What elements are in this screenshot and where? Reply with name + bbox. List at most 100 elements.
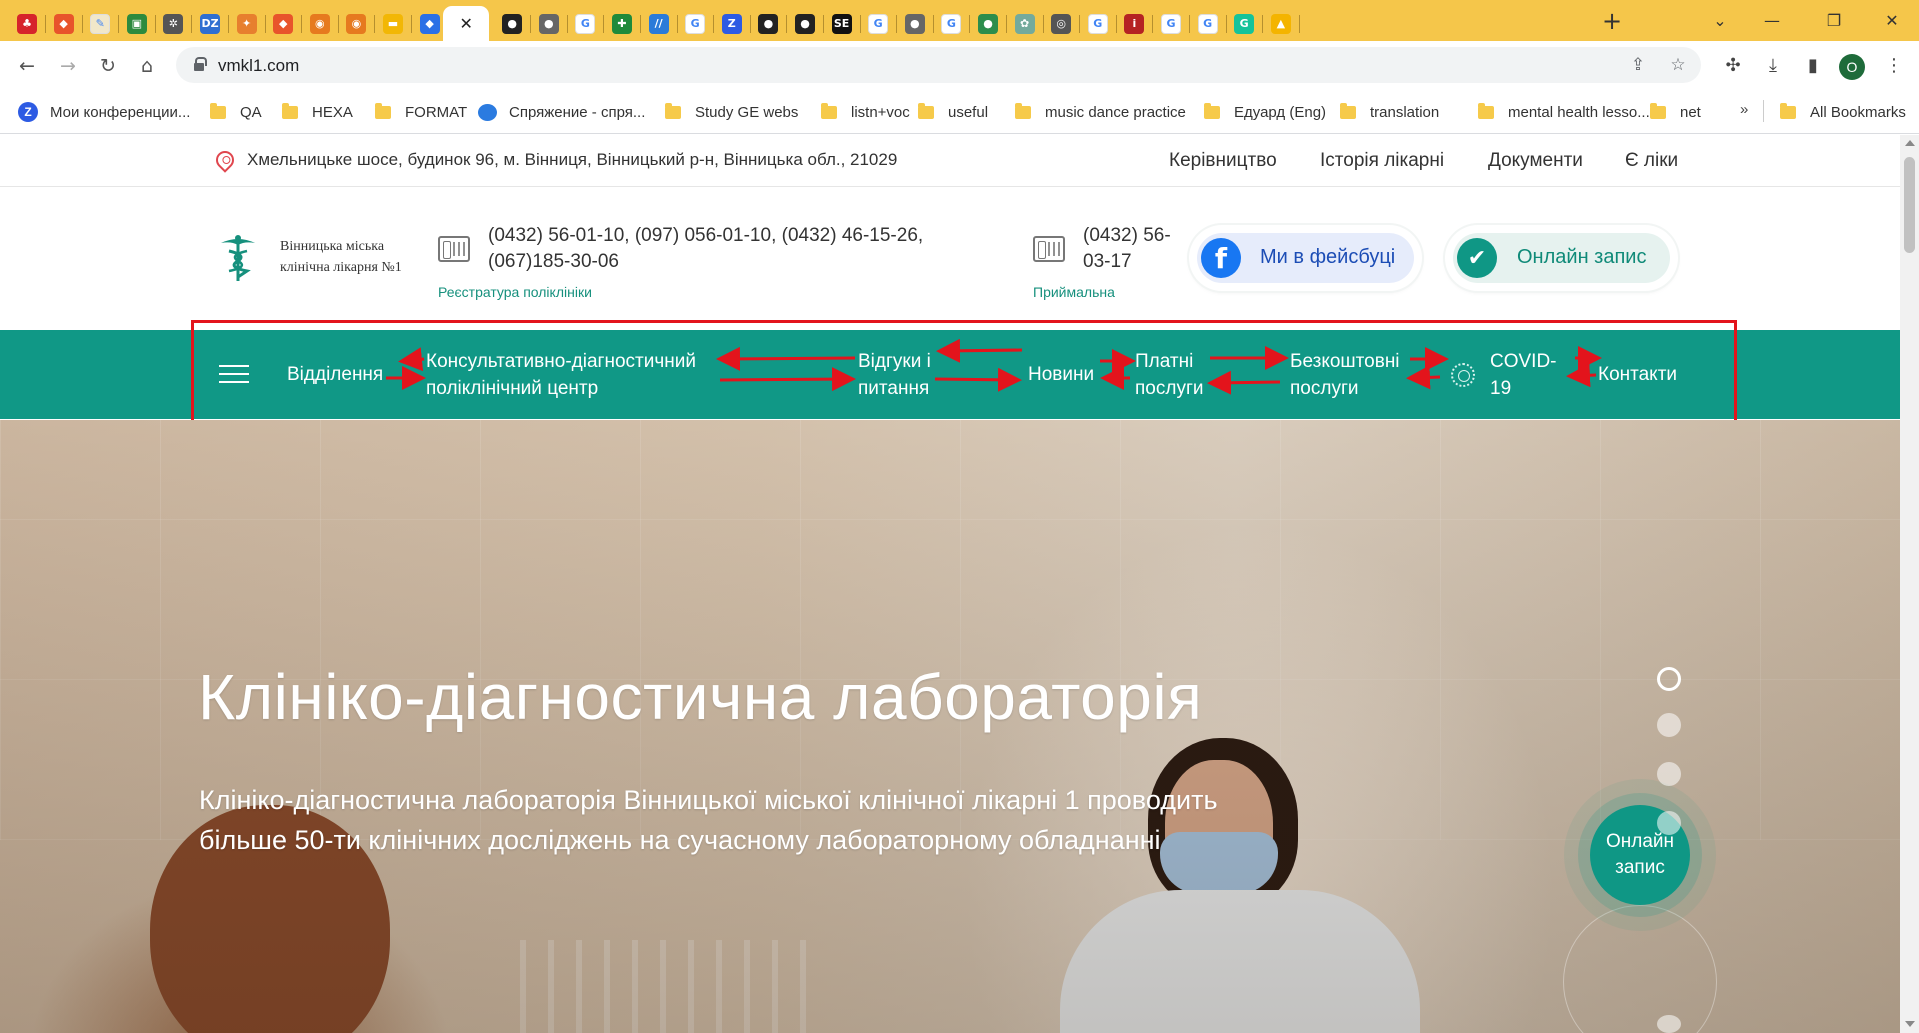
browser-tab[interactable]: DZ: [191, 6, 229, 41]
browser-tab[interactable]: ▲: [1262, 6, 1300, 41]
home-icon[interactable]: ⌂: [132, 51, 162, 81]
back-arrow-icon[interactable]: ←: [12, 51, 42, 81]
minimize-button[interactable]: —: [1752, 8, 1792, 32]
circle-icon: ◉: [346, 13, 367, 34]
bookmark-item[interactable]: Едуард (Eng): [1204, 101, 1326, 123]
reload-icon[interactable]: ↻: [93, 51, 123, 81]
browser-tab[interactable]: ◎: [1042, 6, 1081, 41]
bookmark-item[interactable]: listn+voc: [821, 101, 910, 123]
site-header: Вінницька міська клінічна лікарня №1 (04…: [0, 188, 1900, 329]
toplink-history[interactable]: Історія лікарні: [1320, 150, 1444, 172]
all-bookmarks-button[interactable]: All Bookmarks: [1780, 101, 1906, 123]
browser-tab[interactable]: ●: [749, 6, 788, 41]
bookmark-item[interactable]: Спряжение - спря...: [478, 101, 645, 123]
browser-tab[interactable]: G: [566, 6, 605, 41]
address-bar[interactable]: vmkl1.com ⇪ ☆: [176, 47, 1701, 83]
bookmark-item[interactable]: Study GE webs: [665, 101, 798, 123]
plus-green-icon: ✚: [612, 13, 632, 34]
browser-tab[interactable]: Z: [713, 6, 751, 41]
lock-icon: [194, 57, 207, 71]
browser-tab[interactable]: ●: [969, 6, 1007, 41]
browser-tab[interactable]: SE: [823, 6, 861, 41]
restore-button[interactable]: ❐: [1814, 8, 1854, 32]
bookmark-item[interactable]: HEXA: [282, 101, 353, 123]
browser-tab[interactable]: ✦: [228, 6, 266, 41]
browser-tab[interactable]: G: [859, 6, 898, 41]
forward-arrow-icon[interactable]: →: [53, 51, 83, 81]
browser-tab[interactable]: ▣: [118, 6, 156, 41]
bookmark-item[interactable]: net: [1650, 101, 1701, 123]
close-icon[interactable]: ✕: [456, 14, 476, 34]
tab-active[interactable]: ✕: [443, 6, 490, 41]
google-icon: G: [1087, 13, 1108, 34]
browser-tab[interactable]: ✎: [81, 6, 120, 41]
caduceus-logo-icon[interactable]: [217, 233, 259, 283]
profile-avatar[interactable]: O: [1839, 54, 1865, 80]
share-icon[interactable]: ⇪: [1626, 53, 1650, 77]
browser-tab[interactable]: ●: [530, 6, 568, 41]
page-scrollbar[interactable]: [1900, 135, 1919, 1033]
browser-tab[interactable]: ◆: [264, 6, 303, 41]
toplink-management[interactable]: Керівництво: [1169, 150, 1277, 172]
browser-tab[interactable]: ●: [786, 6, 824, 41]
download-icon[interactable]: ⤓: [1759, 51, 1787, 79]
bookmark-item[interactable]: mental health lesso...: [1478, 101, 1650, 123]
hospital-name-line-1: Вінницька міська: [280, 239, 385, 254]
folder-icon: [1340, 102, 1356, 119]
github-icon: ●: [795, 13, 815, 34]
tab-search-chevron-icon[interactable]: ⌄: [1700, 8, 1740, 32]
browser-tab[interactable]: ◉: [301, 6, 339, 41]
browser-tab[interactable]: ●: [896, 6, 934, 41]
bookmarks-overflow-button[interactable]: »: [1740, 101, 1748, 118]
new-tab-button[interactable]: +: [1598, 7, 1626, 35]
scroll-down-arrow-icon[interactable]: [1905, 1021, 1915, 1027]
browser-tab[interactable]: ♣: [8, 6, 46, 41]
browser-tab[interactable]: //: [640, 6, 678, 41]
hero-subtitle-line-1: Клініко-діагностична лабораторія Вінниць…: [199, 785, 1218, 815]
browser-tab[interactable]: ◉: [337, 6, 376, 41]
scroll-thumb[interactable]: [1904, 157, 1915, 253]
browser-tab[interactable]: i: [1115, 6, 1154, 41]
toplink-documents[interactable]: Документи: [1488, 150, 1583, 172]
online-booking-button[interactable]: ✔ Онлайн запис: [1445, 225, 1678, 291]
bookmark-item[interactable]: music dance practice: [1015, 101, 1186, 123]
folder-icon: [375, 102, 391, 119]
bookmark-item[interactable]: translation: [1340, 101, 1439, 123]
bookmark-item[interactable]: QA: [210, 101, 262, 123]
browser-tab[interactable]: ●: [493, 6, 532, 41]
bookmark-label: Study GE webs: [695, 103, 799, 121]
toplink-medicines[interactable]: Є ліки: [1625, 150, 1678, 172]
tab-separator: [1298, 15, 1300, 33]
slider-dot-5[interactable]: [1657, 1015, 1681, 1033]
extensions-puzzle-icon[interactable]: ✣: [1719, 51, 1747, 79]
openai-icon: ✿: [1014, 13, 1035, 34]
slider-dot-1[interactable]: [1657, 667, 1681, 691]
browser-tab[interactable]: ◆: [45, 6, 83, 41]
facebook-button[interactable]: f Ми в фейсбуці: [1189, 225, 1422, 291]
browser-tab[interactable]: ▬: [374, 6, 412, 41]
bookmark-item[interactable]: FORMAT: [375, 101, 467, 123]
browser-tab[interactable]: G: [676, 6, 715, 41]
close-window-button[interactable]: ✕: [1872, 8, 1912, 32]
side-panel-icon[interactable]: ▮: [1799, 51, 1827, 79]
menu-dots-icon[interactable]: ⋮: [1880, 51, 1908, 79]
browser-tab[interactable]: G: [932, 6, 971, 41]
browser-tab[interactable]: G: [1189, 6, 1227, 41]
hospital-name[interactable]: Вінницька міська клінічна лікарня №1: [280, 236, 402, 278]
slider-dot-4[interactable]: [1657, 811, 1681, 835]
slider-dot-2[interactable]: [1657, 713, 1681, 737]
browser-tab[interactable]: G: [1152, 6, 1190, 41]
browser-tab[interactable]: G: [1225, 6, 1264, 41]
scroll-up-arrow-icon[interactable]: [1905, 140, 1915, 146]
slider-dot-3[interactable]: [1657, 762, 1681, 786]
browser-tab[interactable]: ✿: [1006, 6, 1044, 41]
bookmark-star-icon[interactable]: ☆: [1666, 53, 1690, 77]
browser-tab[interactable]: ✲: [154, 6, 193, 41]
bookmark-item[interactable]: Z Мои конференции...: [18, 101, 190, 123]
url-text: vmkl1.com: [218, 56, 300, 75]
browser-tab[interactable]: ✚: [603, 6, 641, 41]
browser-tab[interactable]: G: [1079, 6, 1117, 41]
registry-phones[interactable]: (0432) 56-01-10, (097) 056-01-10, (0432)…: [488, 223, 923, 275]
reception-phones[interactable]: (0432) 56- 03-17: [1083, 223, 1171, 275]
bookmark-item[interactable]: useful: [918, 101, 988, 123]
